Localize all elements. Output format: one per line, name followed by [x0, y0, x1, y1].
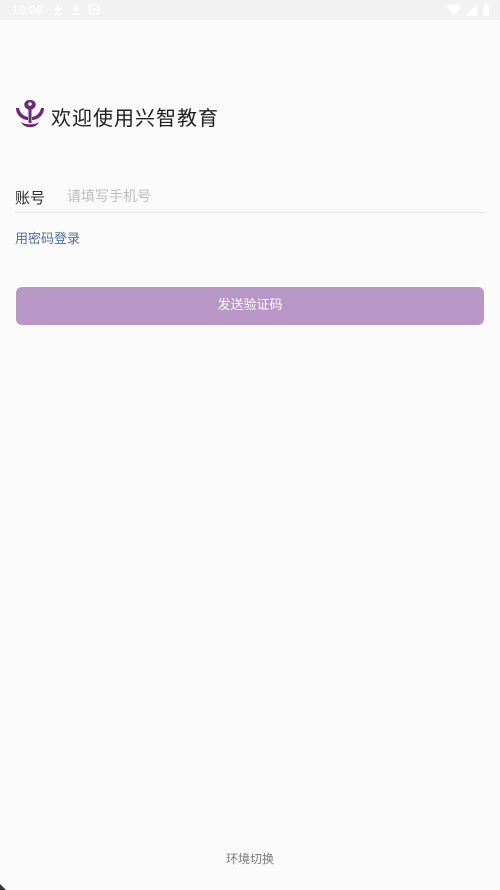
- send-code-button[interactable]: 发送验证码: [16, 287, 484, 325]
- status-bar: 10:06: [0, 0, 500, 20]
- battery-icon: [483, 5, 489, 16]
- password-login-link[interactable]: 用密码登录: [15, 228, 80, 247]
- xingzhi-logo-icon: [16, 100, 44, 128]
- corner-decoration: [0, 884, 6, 890]
- environment-switch-link[interactable]: 环境切换: [0, 850, 500, 867]
- account-label: 账号: [15, 189, 46, 207]
- download-icon: [54, 4, 62, 15]
- welcome-title: 欢迎使用兴智教育: [51, 106, 219, 130]
- input-underline: [15, 212, 485, 213]
- system-status-icons: [447, 3, 489, 16]
- notification-box-icon: [88, 4, 100, 15]
- phone-input[interactable]: [67, 184, 477, 210]
- download-icon: [72, 4, 80, 15]
- signal-icon: [465, 4, 477, 16]
- wifi-icon: [447, 4, 461, 16]
- status-time: 10:06: [12, 3, 44, 17]
